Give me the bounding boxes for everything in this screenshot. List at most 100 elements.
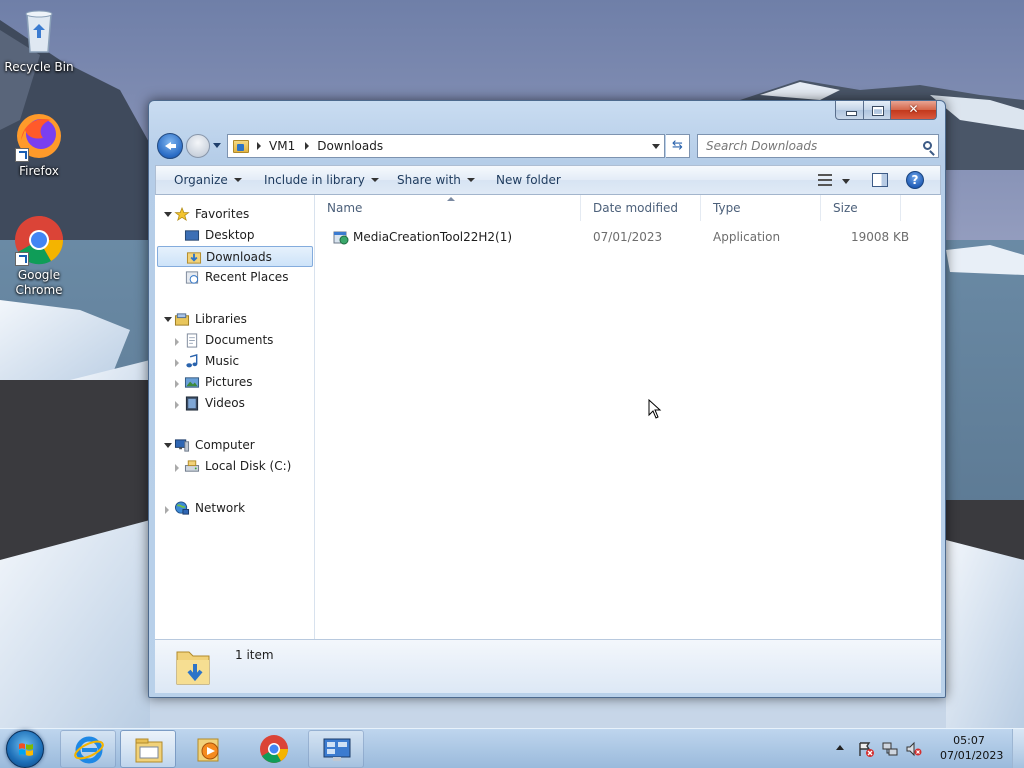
nav-item-desktop[interactable]: Desktop <box>155 225 313 246</box>
column-header-type[interactable]: Type <box>701 195 821 221</box>
recycle-bin-label: Recycle Bin <box>4 60 74 74</box>
show-desktop-button[interactable] <box>1012 729 1024 768</box>
desktop-icon-firefox[interactable]: Firefox <box>1 110 77 179</box>
chrome-label-line2: Chrome <box>15 283 63 297</box>
taskbar-media-player[interactable] <box>182 730 238 768</box>
expand-arrow-icon[interactable] <box>175 401 179 409</box>
collapse-arrow-icon[interactable] <box>164 443 172 448</box>
share-with-label: Share with <box>397 173 461 187</box>
chevron-down-icon <box>233 178 242 182</box>
chrome-icon <box>260 735 288 763</box>
file-type: Application <box>713 230 781 244</box>
search-icon[interactable] <box>923 141 932 150</box>
taskbar-internet-explorer[interactable] <box>60 730 116 768</box>
nav-item-pictures[interactable]: Pictures <box>155 372 313 393</box>
search-input[interactable]: Search Downloads <box>697 134 939 158</box>
window-controls <box>835 101 937 120</box>
expand-arrow-icon[interactable] <box>175 464 179 472</box>
nav-item-videos[interactable]: Videos <box>155 393 313 414</box>
preview-pane-icon[interactable] <box>872 173 888 187</box>
new-folder-button[interactable]: New folder <box>496 173 561 187</box>
table-row[interactable]: MediaCreationTool22H2(1) 07/01/2023 Appl… <box>315 225 915 249</box>
desktop-icon-google-chrome[interactable]: Google Chrome <box>1 214 77 298</box>
address-bar[interactable]: VM1 Downloads <box>227 134 665 158</box>
breadcrumb-downloads[interactable]: Downloads <box>317 139 383 153</box>
system-clock[interactable]: 05:07 07/01/2023 <box>940 733 1003 763</box>
start-button[interactable] <box>6 730 44 768</box>
breadcrumb-separator[interactable] <box>305 142 310 150</box>
nav-item-music[interactable]: Music <box>155 351 313 372</box>
nav-item-documents[interactable]: Documents <box>155 330 313 351</box>
address-dropdown-icon[interactable] <box>652 144 660 149</box>
computer-icon <box>174 439 190 452</box>
recent-places-icon <box>185 271 199 284</box>
control-panel-icon <box>323 738 351 761</box>
volume-muted-icon[interactable] <box>906 741 922 757</box>
taskbar-control-panel[interactable] <box>308 730 364 768</box>
show-hidden-icons-button[interactable] <box>836 745 844 750</box>
nav-item-network[interactable]: Network <box>155 498 313 519</box>
expand-arrow-icon[interactable] <box>175 338 179 346</box>
file-name: MediaCreationTool22H2(1) <box>353 230 513 244</box>
collapse-arrow-icon[interactable] <box>164 317 172 322</box>
desktop-icon-recycle-bin[interactable]: Recycle Bin <box>1 6 77 75</box>
downloads-folder-icon <box>233 139 249 153</box>
back-button[interactable] <box>157 133 183 159</box>
nav-label: Pictures <box>205 375 253 389</box>
nav-item-favorites[interactable]: Favorites <box>155 204 313 225</box>
windows-logo-icon <box>19 743 33 756</box>
local-disk-icon <box>184 460 200 472</box>
chrome-label-line1: Google <box>17 268 61 282</box>
new-folder-label: New folder <box>496 173 561 187</box>
nav-label: Downloads <box>206 250 272 264</box>
column-header-size[interactable]: Size <box>821 195 901 221</box>
view-options-dropdown[interactable] <box>842 179 850 184</box>
shortcut-arrow-icon <box>15 148 29 162</box>
forward-button[interactable] <box>186 134 210 158</box>
navigation-row: VM1 Downloads ⇆ Search Downloads <box>157 133 939 159</box>
maximize-button[interactable] <box>864 101 891 120</box>
change-view-icon[interactable] <box>818 174 832 186</box>
nav-label: Favorites <box>195 207 250 221</box>
recent-pages-dropdown[interactable] <box>213 143 221 148</box>
taskbar-google-chrome[interactable] <box>246 730 302 768</box>
nav-item-libraries[interactable]: Libraries <box>155 309 313 330</box>
nav-label: Documents <box>205 333 274 347</box>
downloads-folder-icon <box>176 651 210 685</box>
star-icon <box>174 207 190 222</box>
nav-label: Computer <box>195 438 255 452</box>
nav-item-local-disk[interactable]: Local Disk (C:) <box>155 456 313 477</box>
action-center-flag-icon[interactable] <box>858 741 874 757</box>
taskbar-windows-explorer[interactable] <box>120 730 176 768</box>
nav-label: Local Disk (C:) <box>205 459 292 473</box>
share-with-button[interactable]: Share with <box>397 173 475 187</box>
include-in-library-button[interactable]: Include in library <box>264 173 379 187</box>
documents-icon <box>186 333 198 348</box>
expand-arrow-icon[interactable] <box>175 380 179 388</box>
clock-time: 05:07 <box>953 734 985 747</box>
videos-icon <box>185 396 199 411</box>
minimize-button[interactable] <box>835 101 864 120</box>
help-icon[interactable]: ? <box>906 171 924 189</box>
network-status-icon[interactable] <box>882 741 898 757</box>
nav-item-computer[interactable]: Computer <box>155 435 313 456</box>
nav-item-recent-places[interactable]: Recent Places <box>155 267 313 288</box>
refresh-button[interactable]: ⇆ <box>666 134 690 158</box>
column-header-date-modified[interactable]: Date modified <box>581 195 701 221</box>
close-button[interactable] <box>891 101 937 120</box>
organize-button[interactable]: Organize <box>174 173 242 187</box>
nav-label: Network <box>195 501 246 515</box>
column-header-name[interactable]: Name <box>315 195 581 221</box>
pictures-icon <box>184 377 200 388</box>
expand-arrow-icon[interactable] <box>175 359 179 367</box>
chevron-down-icon <box>466 178 475 182</box>
recycle-bin-icon <box>13 6 65 58</box>
breadcrumb-separator[interactable] <box>257 142 261 150</box>
breadcrumb-vm1[interactable]: VM1 <box>269 139 295 153</box>
expand-arrow-icon[interactable] <box>165 506 169 514</box>
chrome-icon <box>13 214 65 266</box>
nav-item-downloads[interactable]: Downloads <box>157 246 313 267</box>
taskbar: 05:07 07/01/2023 <box>0 728 1024 768</box>
libraries-icon <box>174 313 190 326</box>
collapse-arrow-icon[interactable] <box>164 212 172 217</box>
